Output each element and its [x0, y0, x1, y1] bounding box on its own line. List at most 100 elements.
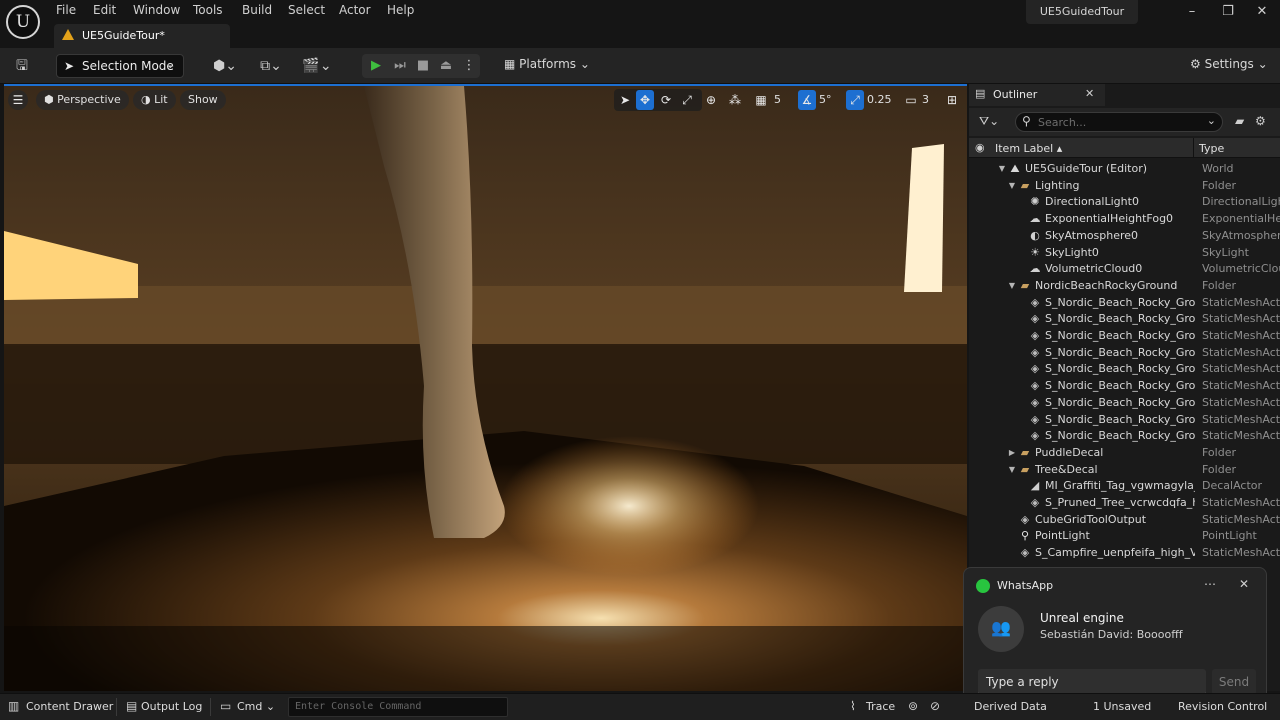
platforms-dropdown[interactable]: ▦ Platforms ⌄ [504, 57, 590, 77]
scale-snap-icon[interactable]: ⤢ [846, 90, 864, 110]
save-icon[interactable]: 🖫 [12, 56, 32, 76]
outliner-row[interactable]: ◈ CubeGridToolOutput StaticMeshActor [969, 511, 1280, 528]
outliner-row[interactable]: ▼ ▰ Lighting Folder [969, 177, 1280, 194]
outliner-search-input[interactable]: ⚲ Search... ⌄ [1015, 112, 1223, 132]
close-tab-icon[interactable]: ✕ [1085, 87, 1094, 100]
outliner-row[interactable]: ◈ S_Nordic_Beach_Rocky_Ground StaticMeshAc… [969, 344, 1280, 361]
column-divider[interactable] [1193, 138, 1194, 158]
move-tool-icon[interactable]: ✥ [636, 90, 654, 110]
visibility-eye-icon[interactable]: ◉ [975, 141, 985, 154]
console-input[interactable]: Enter Console Command [288, 697, 508, 717]
content-drawer-button[interactable]: Content Drawer [26, 700, 113, 713]
derived-data-button[interactable]: Derived Data [974, 700, 1047, 713]
cinematics-icon[interactable]: 🎬⌄ [300, 56, 334, 76]
perspective-button[interactable]: ⬢ Perspective [36, 90, 129, 110]
menu-tools[interactable]: Tools [193, 3, 223, 21]
outliner-row[interactable]: ◈ S_Campfire_uenpfeifa_high_Va StaticMeshA… [969, 544, 1280, 561]
level-viewport[interactable]: ☰ ⬢ Perspective ◑ Lit Show ➤ ✥ ⟳ ⤢ ⊕ ⁂ ▦… [4, 86, 967, 691]
gear-icon[interactable]: ⚙ [1255, 114, 1266, 128]
surface-snap-icon[interactable]: ⁂ [726, 90, 744, 110]
outliner-row[interactable]: ◈ S_Pruned_Tree_vcrwcdqfa_h StaticMeshActo… [969, 494, 1280, 511]
camera-speed-value[interactable]: 3 [922, 90, 929, 110]
menu-select[interactable]: Select [288, 3, 325, 21]
camera-speed-icon[interactable]: ▭ [902, 90, 920, 110]
outliner-row[interactable]: ◈ S_Nordic_Beach_Rocky_Ground StaticMeshAc… [969, 360, 1280, 377]
grid-snap-value[interactable]: 5 [774, 90, 781, 110]
outliner-row[interactable]: ◈ S_Nordic_Beach_Rocky_Ground StaticMeshAc… [969, 427, 1280, 444]
minimize-icon[interactable]: – [1180, 4, 1204, 24]
expander-chevron-icon[interactable]: ▶ [1007, 444, 1017, 461]
outliner-row[interactable]: ☀ SkyLight0 SkyLight [969, 244, 1280, 261]
show-button[interactable]: Show [180, 90, 226, 110]
scale-tool-icon[interactable]: ⤢ [678, 90, 696, 110]
grid-snap-icon[interactable]: ▦ [752, 90, 770, 110]
outliner-row[interactable]: ◐ SkyAtmosphere0 SkyAtmosphere [969, 227, 1280, 244]
revision-control-button[interactable]: Revision Control [1178, 700, 1267, 713]
outliner-row[interactable]: ◈ S_Nordic_Beach_Rocky_Ground StaticMeshAc… [969, 377, 1280, 394]
expander-chevron-icon[interactable]: ▼ [1007, 177, 1017, 194]
outliner-row[interactable]: ▼ ⛰ UE5GuideTour (Editor) World [969, 160, 1280, 177]
maximize-icon[interactable]: ❐ [1216, 4, 1240, 24]
play-icon[interactable]: ▶ [365, 56, 387, 76]
record-icon[interactable]: ⊚ [908, 699, 918, 713]
reply-input[interactable]: Type a reply [978, 669, 1206, 695]
outliner-row[interactable]: ☁ VolumetricCloud0 VolumetricCloud [969, 260, 1280, 277]
menu-window[interactable]: Window [133, 3, 180, 21]
outliner-row[interactable]: ▼ ▰ Tree&Decal Folder [969, 461, 1280, 478]
trace-button[interactable]: Trace [866, 700, 895, 713]
maximize-viewport-icon[interactable]: ⊞ [943, 90, 961, 110]
rotate-tool-icon[interactable]: ⟳ [657, 90, 675, 110]
cmd-dropdown[interactable]: Cmd ⌄ [237, 700, 275, 713]
more-options-icon[interactable]: ⋯ [1204, 577, 1216, 591]
scale-snap-value[interactable]: 0.25 [867, 90, 892, 110]
outliner-row[interactable]: ✺ DirectionalLight0 DirectionalLight [969, 193, 1280, 210]
blueprint-icon[interactable]: ⧉⌄ [254, 56, 288, 76]
hamburger-menu-icon[interactable]: ☰ [8, 90, 28, 110]
outliner-row[interactable]: ◈ S_Nordic_Beach_Rocky_Ground StaticMeshAc… [969, 411, 1280, 428]
document-tab[interactable]: UE5GuideTour* [54, 24, 230, 48]
filter-icon[interactable]: ⛛⌄ [979, 114, 999, 129]
expander-chevron-icon[interactable]: ▼ [1007, 277, 1017, 294]
outliner-tab[interactable]: ▤ Outliner ✕ [969, 84, 1105, 106]
type-column[interactable]: Type [1199, 142, 1224, 155]
static-mesh-icon: ◈ [1030, 312, 1040, 326]
whatsapp-notification[interactable]: WhatsApp ⋯ ✕ 👥 Unreal engine Sebastián D… [963, 567, 1267, 705]
eject-icon[interactable]: ⏏ [435, 56, 457, 76]
settings-dropdown[interactable]: ⚙ Settings ⌄ [1190, 57, 1268, 77]
new-folder-icon[interactable]: ▰ [1235, 114, 1244, 128]
status-icon[interactable]: ⊘ [930, 699, 940, 713]
menu-actor[interactable]: Actor [339, 3, 371, 21]
play-options-icon[interactable]: ⋮ [458, 56, 480, 76]
outliner-row[interactable]: ⚲ PointLight PointLight [969, 527, 1280, 544]
angle-snap-icon[interactable]: ∡ [798, 90, 816, 110]
outliner-row[interactable]: ☁ ExponentialHeightFog0 ExponentialHeightF… [969, 210, 1280, 227]
close-icon[interactable]: ✕ [1239, 577, 1249, 591]
send-button[interactable]: Send [1212, 669, 1256, 695]
outliner-row[interactable]: ◈ S_Nordic_Beach_Rocky_Ground StaticMeshAc… [969, 327, 1280, 344]
menu-build[interactable]: Build [242, 3, 272, 21]
angle-snap-value[interactable]: 5° [819, 90, 832, 110]
outliner-row[interactable]: ◢ MI_Graffiti_Tag_vgwmagyla_ DecalActor [969, 477, 1280, 494]
stop-icon[interactable]: ■ [412, 56, 434, 76]
close-window-icon[interactable]: ✕ [1250, 4, 1274, 24]
unsaved-button[interactable]: 1 Unsaved [1093, 700, 1151, 713]
world-space-icon[interactable]: ⊕ [702, 90, 720, 110]
lit-button[interactable]: ◑ Lit [133, 90, 176, 110]
expander-chevron-icon[interactable]: ▼ [1007, 461, 1017, 478]
outliner-row[interactable]: ▼ ▰ NordicBeachRockyGround Folder [969, 277, 1280, 294]
select-tool-icon[interactable]: ➤ [616, 90, 634, 110]
selection-mode-dropdown[interactable]: ➤ Selection Mode ⌄ [56, 54, 184, 78]
outliner-row[interactable]: ◈ S_Nordic_Beach_Rocky_Ground StaticMeshAc… [969, 294, 1280, 311]
outliner-row[interactable]: ◈ S_Nordic_Beach_Rocky_Ground StaticMeshAc… [969, 394, 1280, 411]
unreal-logo-icon[interactable]: U [6, 5, 40, 39]
expander-chevron-icon[interactable]: ▼ [997, 160, 1007, 177]
step-icon[interactable]: ⏭ [389, 56, 411, 76]
add-actor-icon[interactable]: ⬢⌄ [208, 56, 242, 76]
output-log-button[interactable]: Output Log [141, 700, 202, 713]
menu-edit[interactable]: Edit [93, 3, 116, 21]
menu-help[interactable]: Help [387, 3, 414, 21]
menu-file[interactable]: File [56, 3, 76, 21]
item-label-column[interactable]: Item Label ▴ [995, 142, 1062, 155]
outliner-row[interactable]: ◈ S_Nordic_Beach_Rocky_Ground StaticMeshAc… [969, 310, 1280, 327]
outliner-row[interactable]: ▶ ▰ PuddleDecal Folder [969, 444, 1280, 461]
